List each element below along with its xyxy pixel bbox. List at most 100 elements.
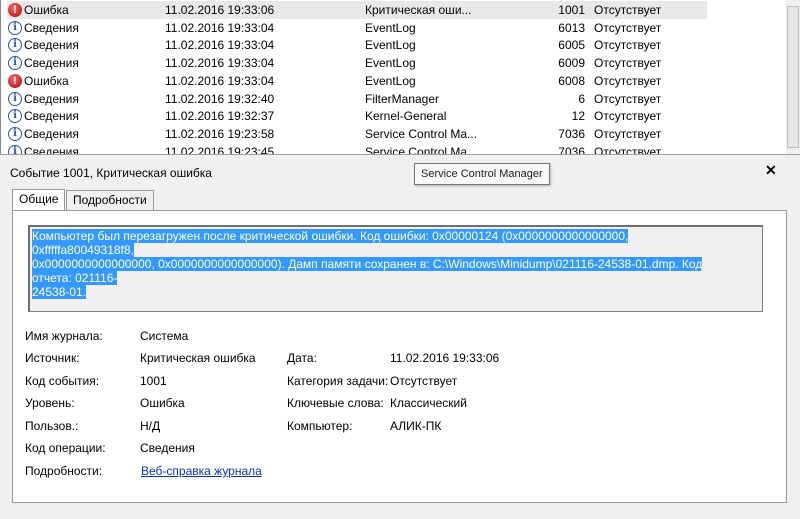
event-source: EventLog [365,73,416,88]
event-row[interactable]: i Сведения 11.02.2016 19:32:37 Kernel-Gener… [7,107,707,125]
event-id: 6008 [558,73,585,88]
event-row[interactable]: i Сведения 11.02.2016 19:32:40 FilterManage… [7,90,707,108]
event-id-value: 1001 [140,374,167,388]
event-row[interactable]: ! Ошибка 11.02.2016 19:33:04 EventLog 6008 От… [7,72,707,90]
source-label: Источник: [25,351,80,365]
event-task-category: Отсутствует [594,3,662,17]
event-source: Service Control Ma... [365,144,478,154]
event-level: Ошибка [24,3,69,17]
event-date: 11.02.2016 19:23:58 [165,126,275,141]
general-tab-panel: Компьютер был перезагружен после критиче… [12,210,787,503]
event-task-category: Отсутствует [594,38,662,53]
event-source: Kernel-General [365,109,447,124]
close-icon[interactable]: ✕ [765,162,777,179]
scrollbar-thumb[interactable] [787,6,799,148]
event-date: 11.02.2016 19:33:04 [165,38,275,53]
event-level: Сведения [24,126,79,141]
event-id-label: Код события: [25,374,100,388]
event-level: Сведения [24,144,79,154]
log-name-value: Система [140,329,189,343]
event-id: 7036 [558,126,585,141]
info-icon: i [8,144,22,154]
event-description[interactable]: Компьютер был перезагружен после критиче… [32,229,732,299]
tab-details[interactable]: Подробности [66,190,154,210]
pane-splitter[interactable] [0,154,800,163]
event-date: 11.02.2016 19:32:37 [165,109,275,124]
event-id: 12 [571,109,585,124]
event-source: EventLog [365,20,416,35]
event-id: 6013 [558,20,585,35]
event-date: 11.02.2016 19:33:04 [165,20,275,35]
event-source: EventLog [365,38,416,53]
event-list-scrollbar[interactable] [786,0,800,154]
description-line: 0x0000000000000000, 0x0000000000000000).… [32,257,703,285]
more-info-label: Подробности: [25,464,103,478]
description-line: 24538-01. [32,285,87,299]
user-label: Пользов.: [25,419,79,433]
keywords-value: Классический [390,396,467,410]
info-icon: i [8,38,22,53]
info-icon: i [8,126,22,141]
event-source: Service Control Ma... [365,126,478,141]
event-level: Ошибка [24,73,69,88]
event-description-box[interactable]: Компьютер был перезагружен после критиче… [28,225,763,312]
event-level: Сведения [24,56,79,71]
event-source: Критическая оши... [365,3,472,17]
event-date: 11.02.2016 19:32:40 [165,91,275,106]
event-level: Сведения [24,91,79,106]
description-line: Компьютер был перезагружен после критиче… [32,229,629,257]
event-level: Сведения [24,38,79,53]
event-task-category: Отсутствует [594,144,662,154]
event-date: 11.02.2016 19:23:45 [165,144,275,154]
event-task-category: Отсутствует [594,56,662,71]
info-icon: i [8,91,22,106]
event-row[interactable]: ! Ошибка 11.02.2016 19:33:06 Критическая ош… [7,1,707,19]
source-value: Критическая ошибка [140,351,256,365]
event-source: EventLog [365,56,416,71]
source-tooltip: Service Control Manager [414,163,550,185]
event-log-online-help-link[interactable]: Веб-справка журнала [141,464,262,478]
task-category-value: Отсутствует [390,374,458,388]
event-level: Сведения [24,109,79,124]
event-date: 11.02.2016 19:33:04 [165,56,275,71]
computer-value: АЛИК-ПК [390,419,442,433]
event-id: 7036 [558,144,585,154]
keywords-label: Ключевые слова: [287,396,384,410]
event-row[interactable]: i Сведения 11.02.2016 19:33:04 EventLog 6013… [7,19,707,37]
info-icon: i [8,109,22,124]
error-icon: ! [8,3,22,17]
event-task-category: Отсутствует [594,109,662,124]
error-icon: ! [8,73,22,88]
info-icon: i [8,20,22,35]
event-id: 6005 [558,38,585,53]
event-row[interactable]: i Сведения 11.02.2016 19:23:58 Service Cont… [7,125,707,143]
level-label: Уровень: [25,396,75,410]
event-row[interactable]: i Сведения 11.02.2016 19:33:04 EventLog 6009… [7,54,707,72]
event-pane-title: Событие 1001, Критическая ошибка [10,166,212,180]
user-value: Н/Д [140,419,161,433]
event-id: 1001 [558,3,585,17]
event-row[interactable]: i Сведения 11.02.2016 19:33:04 EventLog 6005… [7,36,707,54]
date-label: Дата: [287,351,317,365]
info-icon: i [8,56,22,71]
tab-general[interactable]: Общие [12,189,66,210]
opcode-label: Код операции: [25,441,106,455]
event-level: Сведения [24,20,79,35]
event-date: 11.02.2016 19:33:06 [165,3,275,17]
opcode-value: Сведения [140,441,195,455]
event-row[interactable]: i Сведения 11.02.2016 19:23:45 Service Cont… [7,143,707,154]
event-task-category: Отсутствует [594,126,662,141]
event-task-category: Отсутствует [594,91,662,106]
date-value: 11.02.2016 19:33:06 [390,351,500,365]
event-task-category: Отсутствует [594,20,662,35]
event-id: 6009 [558,56,585,71]
log-name-label: Имя журнала: [25,329,103,343]
event-date: 11.02.2016 19:33:04 [165,73,275,88]
task-category-label: Категория задачи: [287,374,389,388]
event-list[interactable]: ! Ошибка 11.02.2016 19:33:06 Критическая ош… [0,0,787,154]
computer-label: Компьютер: [287,419,353,433]
level-value: Ошибка [140,396,185,410]
event-source: FilterManager [365,91,440,106]
event-id: 6 [578,91,585,106]
event-task-category: Отсутствует [594,73,662,88]
